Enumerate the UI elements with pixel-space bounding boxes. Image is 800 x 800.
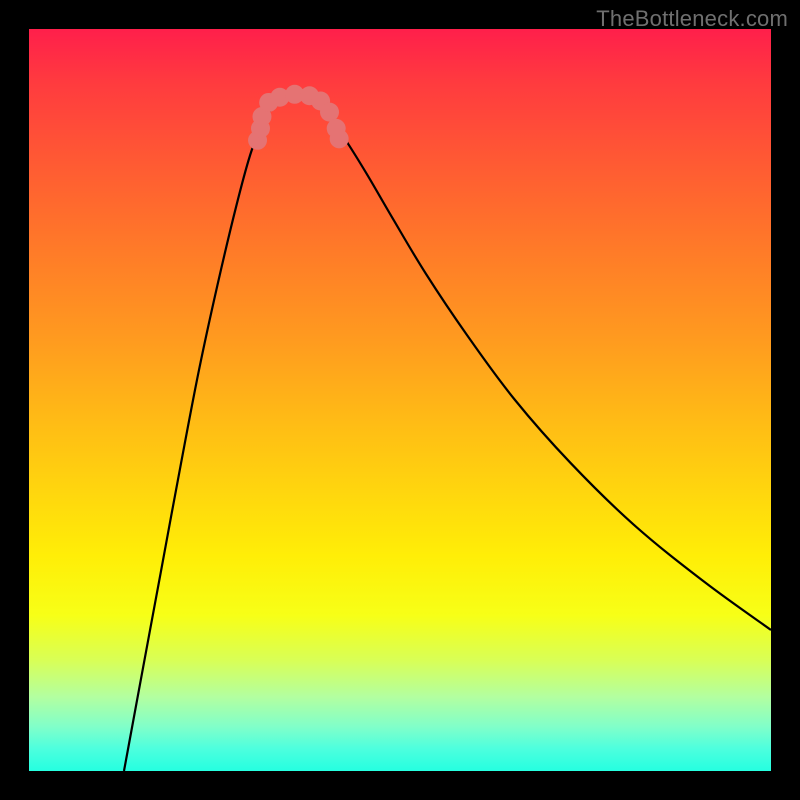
data-point — [330, 129, 349, 148]
data-point-markers — [29, 29, 771, 771]
data-point — [320, 103, 339, 122]
chart-frame: TheBottleneck.com — [0, 0, 800, 800]
plot-area — [29, 29, 771, 771]
